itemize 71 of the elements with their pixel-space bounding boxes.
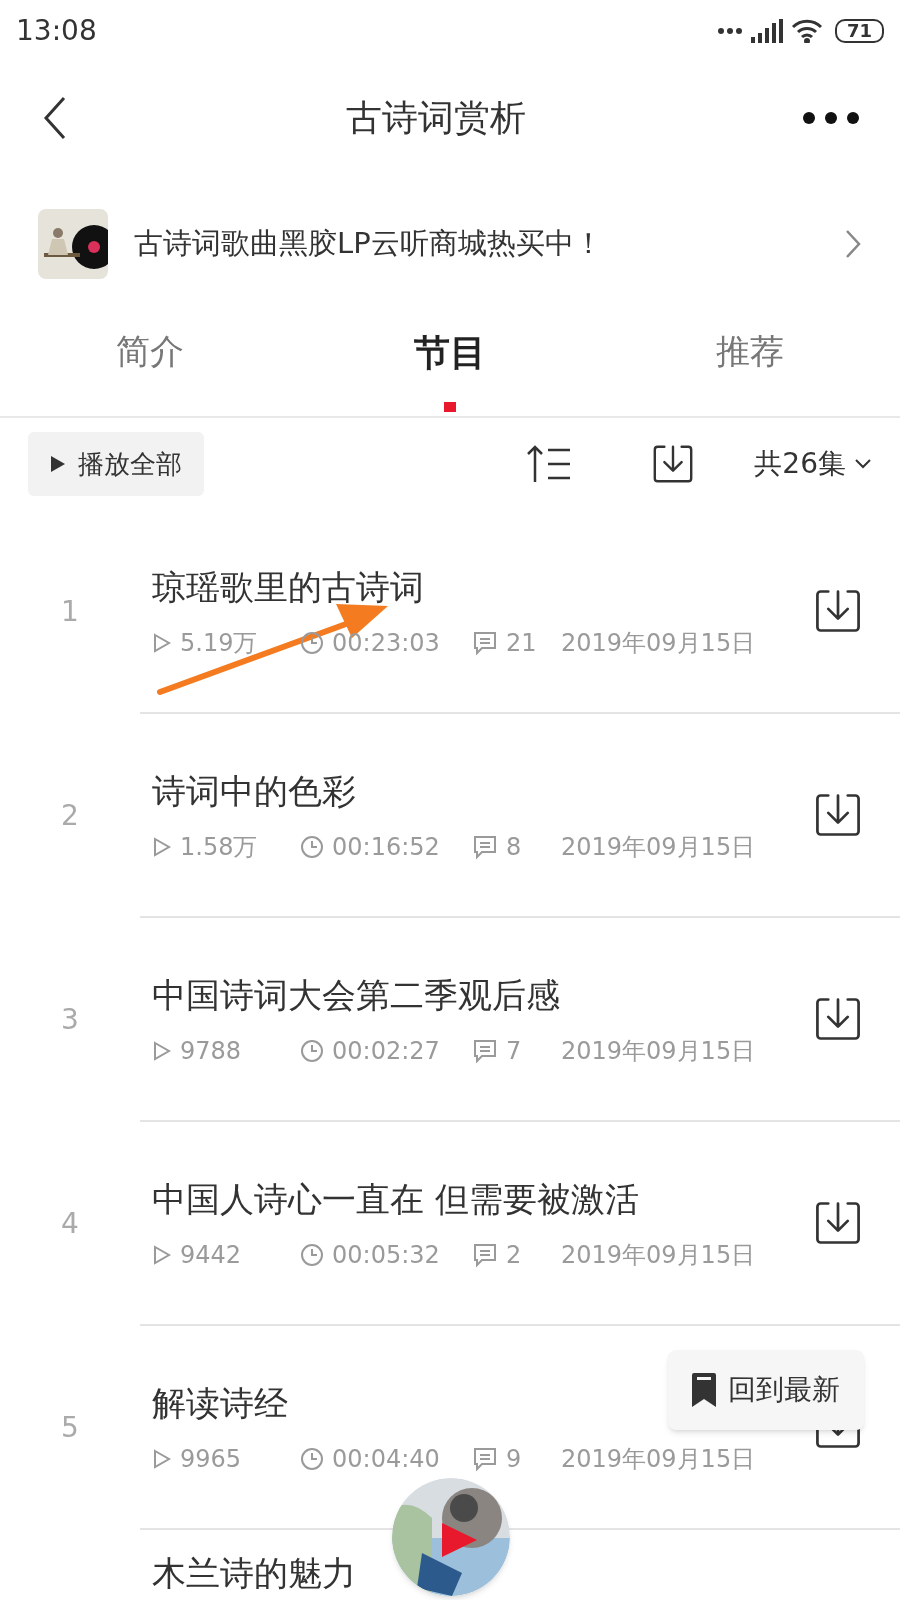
play-count: 1.58万 bbox=[180, 831, 259, 863]
episode-title: 琼瑶歌里的古诗词 bbox=[152, 565, 424, 609]
chevron-right-icon bbox=[844, 228, 862, 260]
episode-title[interactable]: 木兰诗的魅力 bbox=[140, 1548, 356, 1599]
comment-count: 9 bbox=[506, 1443, 523, 1475]
play-count: 9965 bbox=[180, 1443, 243, 1475]
episode-row[interactable]: 琼瑶歌里的古诗词 5.19万 00:23:03 21 2019年09月15日 bbox=[140, 510, 900, 714]
play-icon bbox=[152, 835, 172, 858]
back-to-latest-toast[interactable]: 回到最新 bbox=[668, 1350, 864, 1430]
signal-icon bbox=[750, 19, 783, 43]
bookmark-icon bbox=[692, 1373, 716, 1407]
duration: 00:05:32 bbox=[332, 1239, 441, 1271]
episode-title: 中国诗词大会第二季观后感 bbox=[152, 973, 560, 1017]
promo-banner[interactable]: 古诗词歌曲黑胶LP云听商城热买中！ bbox=[0, 194, 900, 294]
clock-icon bbox=[300, 630, 324, 655]
page-title: 古诗词赏析 bbox=[346, 96, 526, 140]
comment-icon bbox=[472, 1445, 498, 1472]
clock-icon bbox=[300, 1446, 324, 1471]
battery-indicator: 71 bbox=[834, 19, 884, 43]
duration: 00:02:27 bbox=[332, 1035, 441, 1067]
episode-number: 2 bbox=[61, 798, 79, 834]
episode-title: 解读诗经 bbox=[152, 1381, 288, 1425]
episode-title: 诗词中的色彩 bbox=[152, 769, 356, 813]
episode-row[interactable]: 诗词中的色彩 1.58万 00:16:52 8 2019年09月15日 bbox=[140, 714, 900, 918]
comment-icon bbox=[472, 629, 498, 656]
publish-date: 2019年09月15日 bbox=[561, 1443, 756, 1475]
play-all-button[interactable]: 播放全部 bbox=[28, 432, 204, 496]
episode-number: 5 bbox=[61, 1410, 79, 1446]
play-icon bbox=[152, 1243, 172, 1266]
play-icon bbox=[152, 631, 172, 654]
comment-icon bbox=[472, 1037, 498, 1064]
play-icon bbox=[152, 1039, 172, 1062]
album-cover-icon bbox=[38, 209, 108, 279]
publish-date: 2019年09月15日 bbox=[561, 1239, 756, 1271]
tab[interactable]: 节目 bbox=[300, 312, 600, 416]
play-count: 5.19万 bbox=[180, 627, 259, 659]
clock-icon bbox=[300, 834, 324, 859]
comment-icon bbox=[472, 833, 498, 860]
publish-date: 2019年09月15日 bbox=[561, 831, 756, 863]
episode-title: 中国人诗心一直在 但需要被激活 bbox=[152, 1177, 639, 1221]
comment-icon bbox=[472, 1241, 498, 1268]
duration: 00:04:40 bbox=[332, 1443, 441, 1475]
episode-row[interactable]: 中国诗词大会第二季观后感 9788 00:02:27 7 2019年09月15日 bbox=[140, 918, 900, 1122]
play-count: 9442 bbox=[180, 1239, 243, 1271]
sort-icon[interactable] bbox=[526, 444, 573, 484]
comment-count: 8 bbox=[506, 831, 523, 863]
comment-count: 21 bbox=[506, 627, 538, 659]
publish-date: 2019年09月15日 bbox=[561, 1035, 756, 1067]
wifi-icon bbox=[790, 19, 823, 43]
episode-number: 1 bbox=[61, 594, 79, 630]
play-icon bbox=[152, 1447, 172, 1470]
clock-icon bbox=[300, 1242, 324, 1267]
dots-icon bbox=[716, 27, 743, 35]
episode-count-dropdown[interactable]: 共26集 bbox=[754, 443, 872, 485]
promo-text: 古诗词歌曲黑胶LP云听商城热买中！ bbox=[134, 225, 604, 263]
clock-icon bbox=[300, 1038, 324, 1063]
more-icon[interactable] bbox=[802, 111, 860, 125]
episode-row[interactable]: 中国人诗心一直在 但需要被激活 9442 00:05:32 2 2019年09月15日 bbox=[140, 1122, 900, 1326]
tab[interactable]: 推荐 bbox=[600, 312, 900, 416]
status-time: 13:08 bbox=[16, 13, 97, 49]
episode-number: 4 bbox=[61, 1206, 79, 1242]
episode-number: 3 bbox=[61, 1002, 79, 1038]
play-count: 9788 bbox=[180, 1035, 243, 1067]
comment-count: 7 bbox=[506, 1035, 523, 1067]
duration: 00:16:52 bbox=[332, 831, 441, 863]
chevron-down-icon bbox=[854, 458, 872, 470]
comment-count: 2 bbox=[506, 1239, 523, 1271]
tab[interactable]: 简介 bbox=[0, 312, 300, 416]
play-icon bbox=[50, 455, 66, 473]
publish-date: 2019年09月15日 bbox=[561, 627, 756, 659]
duration: 00:23:03 bbox=[332, 627, 441, 659]
